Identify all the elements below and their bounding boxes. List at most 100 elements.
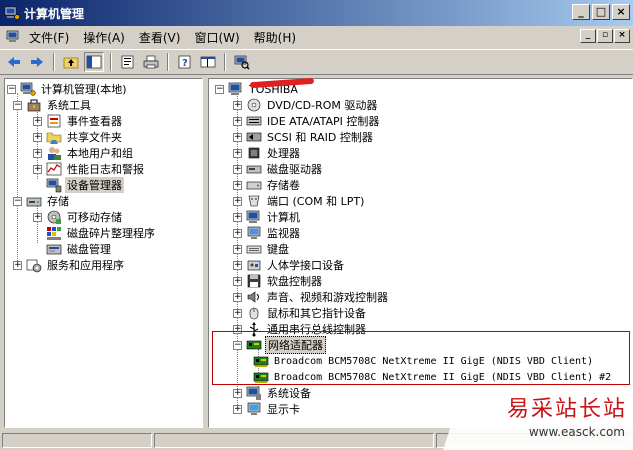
expand-icon[interactable]: +	[33, 132, 42, 142]
expand-icon[interactable]: +	[233, 228, 242, 238]
device-category-computer[interactable]: + 计算机	[233, 209, 302, 225]
device-category-disk-drive[interactable]: + 磁盘驱动器	[233, 161, 324, 177]
device-category-scsi-controller[interactable]: + SCSI 和 RAID 控制器	[233, 129, 375, 145]
tree-node-system-tools[interactable]: − 系统工具	[13, 97, 93, 113]
device-category-monitor[interactable]: + 监视器	[233, 225, 302, 241]
device-category-keyboard[interactable]: + 键盘	[233, 241, 291, 257]
expand-icon[interactable]: +	[233, 388, 242, 398]
expand-icon[interactable]: +	[233, 164, 242, 174]
expand-icon[interactable]: +	[33, 148, 42, 158]
show-hide-tree-button[interactable]	[84, 52, 104, 72]
device-category-sound[interactable]: + 声音、视频和游戏控制器	[233, 289, 390, 305]
expand-icon[interactable]: +	[233, 244, 242, 254]
mmc-console-icon[interactable]	[6, 29, 22, 45]
expand-icon[interactable]: +	[233, 116, 242, 126]
device-category-processor[interactable]: + 处理器	[233, 145, 302, 161]
device-category-network-adapter[interactable]: − 网络适配器	[233, 336, 326, 354]
performance-icon	[46, 162, 62, 176]
maximize-button[interactable]: □	[592, 4, 610, 20]
tree-node-shared-folders[interactable]: + 共享文件夹	[33, 129, 124, 145]
title-bar[interactable]: 计算机管理 _ □ ×	[0, 0, 633, 26]
print-button[interactable]	[141, 52, 161, 72]
collapse-icon[interactable]: −	[13, 196, 22, 206]
tree-node-root[interactable]: − 计算机管理(本地)	[7, 81, 129, 97]
child-restore-button[interactable]: ▫	[597, 29, 613, 43]
collapse-icon[interactable]: −	[215, 84, 224, 94]
expand-icon[interactable]: +	[13, 260, 22, 270]
tree-label: 存储	[47, 195, 69, 208]
device-tree-pane[interactable]: − TOSHIBA + DVD/CD-ROM 驱动器 + IDE ATA/ATAPI …	[208, 78, 633, 428]
menu-action[interactable]: 操作(A)	[76, 29, 132, 46]
port-icon	[248, 195, 260, 207]
menu-window[interactable]: 窗口(W)	[187, 29, 246, 46]
network-adapter-item[interactable]: Broadcom BCM5708C NetXtreme II GigE (NDI…	[253, 369, 613, 385]
tree-label: IDE ATA/ATAPI 控制器	[267, 115, 380, 128]
expand-icon[interactable]: +	[233, 180, 242, 190]
expand-icon[interactable]: +	[233, 324, 242, 334]
device-category-floppy-controller[interactable]: + 软盘控制器	[233, 273, 324, 289]
device-category-storage-volume[interactable]: + 存储卷	[233, 177, 302, 193]
tree-node-event-viewer[interactable]: + 事件查看器	[33, 113, 124, 129]
expand-icon[interactable]: +	[33, 116, 42, 126]
minimize-button[interactable]: _	[572, 4, 590, 20]
device-category-mouse[interactable]: + 鼠标和其它指针设备	[233, 305, 368, 321]
services-icon	[26, 259, 42, 273]
device-category-ide-controller[interactable]: + IDE ATA/ATAPI 控制器	[233, 113, 381, 129]
tree-node-storage[interactable]: − 存储	[13, 193, 71, 209]
expand-icon[interactable]: +	[233, 196, 242, 206]
network-adapter-item[interactable]: Broadcom BCM5708C NetXtreme II GigE (NDI…	[253, 353, 595, 369]
device-category-port[interactable]: + 端口 (COM 和 LPT)	[233, 193, 366, 209]
collapse-icon[interactable]: −	[13, 100, 22, 110]
toolbar: ?	[0, 49, 633, 75]
expand-icon[interactable]: +	[233, 132, 242, 142]
tree-label: 显示卡	[267, 403, 300, 416]
expand-icon[interactable]: +	[233, 276, 242, 286]
expand-icon[interactable]: +	[233, 148, 242, 158]
tree-node-disk-mgmt[interactable]: 磁盘管理	[46, 241, 113, 257]
expand-icon[interactable]: +	[233, 212, 242, 222]
status-panel	[154, 433, 434, 448]
tree-node-services-apps[interactable]: + 服务和应用程序	[13, 257, 126, 273]
event-viewer-icon	[47, 114, 61, 128]
expand-icon[interactable]: +	[233, 404, 242, 414]
tree-node-removable[interactable]: + 可移动存储	[33, 209, 124, 225]
tree-node-defrag[interactable]: 磁盘碎片整理程序	[46, 225, 157, 241]
expand-icon[interactable]: +	[33, 212, 42, 222]
computer-management-window: 计算机管理 _ □ × 文件(F) 操作(A) 查看(V) 窗口(W) 帮助(H…	[0, 0, 633, 450]
menu-help[interactable]: 帮助(H)	[247, 29, 303, 46]
device-category-usb[interactable]: + 通用串行总线控制器	[233, 321, 368, 337]
help-button[interactable]: ?	[175, 52, 195, 72]
expand-icon[interactable]: +	[33, 164, 42, 174]
expand-icon[interactable]: +	[233, 100, 242, 110]
toolbar-separator	[224, 53, 226, 71]
tree-node-local-users[interactable]: + 本地用户和组	[33, 145, 135, 161]
menu-view[interactable]: 查看(V)	[132, 29, 188, 46]
export-list-button[interactable]	[198, 52, 218, 72]
expand-icon[interactable]: +	[233, 308, 242, 318]
forward-button[interactable]	[27, 52, 47, 72]
menu-file[interactable]: 文件(F)	[22, 29, 76, 46]
scan-hardware-button[interactable]	[232, 52, 252, 72]
device-category-system-devices[interactable]: + 系统设备	[233, 385, 313, 401]
tree-node-perf-logs[interactable]: + 性能日志和警报	[33, 161, 146, 177]
properties-button[interactable]	[118, 52, 138, 72]
device-category-dvd-drive[interactable]: + DVD/CD-ROM 驱动器	[233, 97, 379, 113]
tree-label: 系统设备	[267, 387, 311, 400]
close-button[interactable]: ×	[612, 4, 630, 20]
child-close-button[interactable]: ×	[614, 29, 630, 43]
computer-management-icon	[4, 6, 20, 20]
collapse-icon[interactable]: −	[233, 340, 242, 350]
tree-label: 存储卷	[267, 179, 300, 192]
tree-label: 声音、视频和游戏控制器	[267, 291, 388, 304]
device-category-display-adapter[interactable]: + 显示卡	[233, 401, 302, 417]
tree-node-device-manager[interactable]: 设备管理器	[46, 177, 124, 193]
collapse-icon[interactable]: −	[7, 84, 16, 94]
expand-icon[interactable]: +	[233, 260, 242, 270]
console-tree-pane[interactable]: − 计算机管理(本地) − 系统工具 + 事件查看器 + 共享文件夹 + 本地用…	[4, 78, 203, 428]
up-button[interactable]	[61, 52, 81, 72]
forward-icon	[31, 57, 43, 67]
device-category-hid[interactable]: + 人体学接口设备	[233, 257, 346, 273]
expand-icon[interactable]: +	[233, 292, 242, 302]
back-button[interactable]	[4, 52, 24, 72]
child-minimize-button[interactable]: _	[580, 29, 596, 43]
